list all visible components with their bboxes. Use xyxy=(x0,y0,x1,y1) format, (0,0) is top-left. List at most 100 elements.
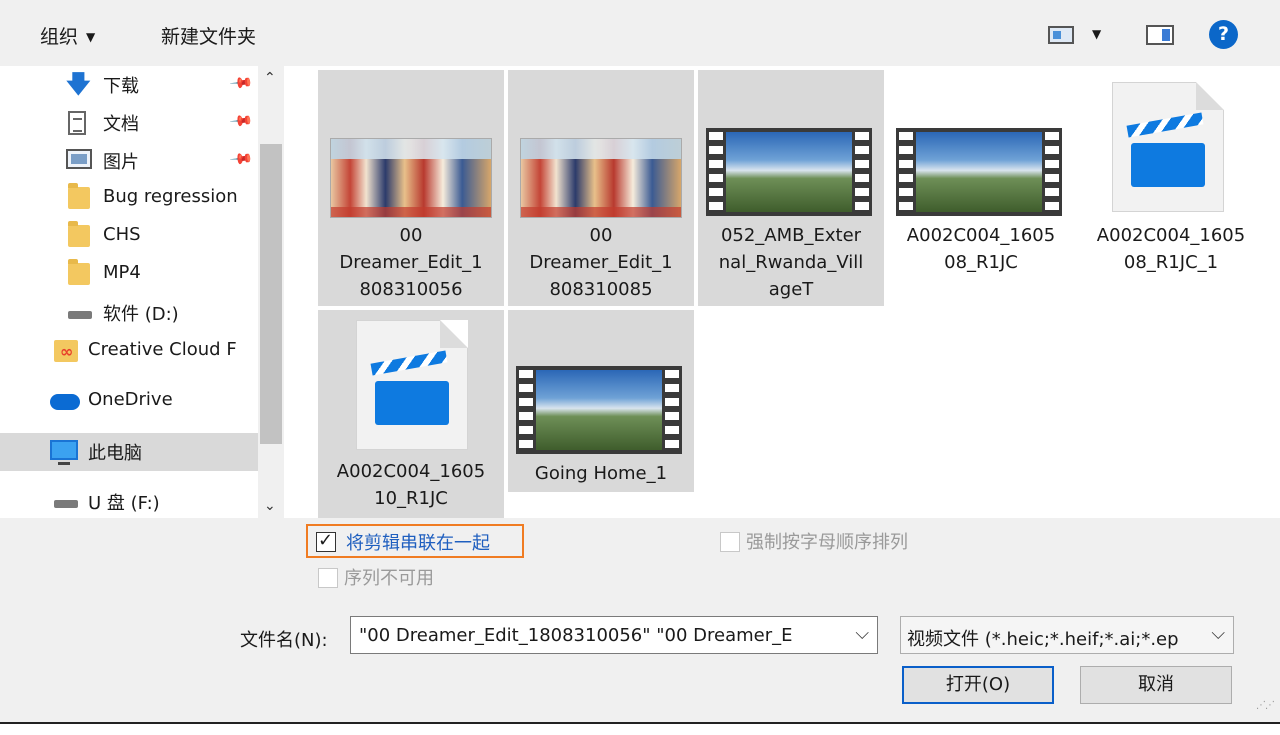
file-tile[interactable]: 00 Dreamer_Edit_1 808310056 xyxy=(318,70,504,306)
file-name: 00 Dreamer_Edit_1 808310085 xyxy=(514,222,688,303)
drive-icon xyxy=(68,311,92,319)
file-name-line: nal_Rwanda_Vill xyxy=(718,252,864,273)
force-alphabetical-label: 强制按字母顺序排列 xyxy=(746,532,908,553)
download-icon: 🡇 xyxy=(66,70,91,98)
folder-icon xyxy=(68,259,90,285)
pin-icon: 📌 xyxy=(228,146,255,172)
image-thumbnail xyxy=(520,138,682,218)
file-name-line: Dreamer_Edit_1 xyxy=(529,252,673,273)
nav-item-mp4[interactable]: MP4 xyxy=(0,256,258,294)
checkbox-checked-icon[interactable] xyxy=(316,530,336,552)
video-thumbnail xyxy=(896,128,1062,216)
file-name: Going Home_1 xyxy=(514,460,688,487)
image-thumbnail xyxy=(330,138,492,218)
file-name-line: 00 xyxy=(399,225,423,246)
nav-item-creative-cloud[interactable]: Creative Cloud F xyxy=(0,333,258,371)
pin-icon: 📌 xyxy=(228,108,255,134)
file-name-line: 00 xyxy=(589,225,613,246)
video-file-icon xyxy=(1112,82,1224,212)
chevron-down-icon[interactable]: ⌵ xyxy=(1211,623,1225,644)
pictures-icon xyxy=(66,149,92,169)
new-folder-button[interactable]: 新建文件夹 xyxy=(161,22,256,49)
join-clips-label: 将剪辑串联在一起 xyxy=(346,533,490,554)
video-file-icon xyxy=(356,320,468,450)
file-name-line: A002C004_1605 xyxy=(906,225,1056,246)
file-tile[interactable]: A002C004_1605 08_R1JC_1 xyxy=(1078,70,1264,306)
folder-icon xyxy=(68,221,90,247)
change-view-icon[interactable] xyxy=(1048,26,1074,44)
document-icon xyxy=(68,111,86,135)
file-tile[interactable]: 052_AMB_Exter nal_Rwanda_Vill ageT xyxy=(698,70,884,306)
resize-grip-icon[interactable]: ⋰⋰ xyxy=(1256,700,1275,711)
sequence-unavailable-label: 序列不可用 xyxy=(344,568,434,589)
help-icon[interactable]: ? xyxy=(1209,20,1238,49)
file-tile[interactable]: A002C004_1605 08_R1JC xyxy=(888,70,1074,306)
nav-item-label: 此电脑 xyxy=(88,443,142,464)
file-name-line: 10_R1JC xyxy=(374,488,448,509)
folder-icon xyxy=(68,183,90,209)
file-name-line: 808310085 xyxy=(549,279,653,300)
view-options-chevron-icon[interactable]: ▼ xyxy=(1092,27,1101,41)
nav-item-label: Creative Cloud F xyxy=(88,339,237,360)
nav-item-label: MP4 xyxy=(103,262,141,283)
nav-item-label: 下载 xyxy=(103,76,139,97)
file-name-line: 08_R1JC xyxy=(944,252,1018,273)
nav-item-label: 软件 (D:) xyxy=(103,304,179,325)
nav-item-label: CHS xyxy=(103,224,141,245)
nav-item-drive-d[interactable]: 软件 (D:) xyxy=(0,294,258,332)
scroll-thumb[interactable] xyxy=(260,144,282,444)
file-name-line: ageT xyxy=(768,279,814,300)
nav-item-pictures[interactable]: 图片 📌 xyxy=(0,142,258,180)
checkbox-disabled-icon xyxy=(318,568,338,588)
nav-item-onedrive[interactable]: OneDrive xyxy=(0,383,258,421)
usb-drive-icon xyxy=(54,500,78,508)
chevron-down-icon[interactable]: ⌵ xyxy=(855,623,869,644)
nav-item-label: OneDrive xyxy=(88,389,173,410)
filetype-select[interactable]: 视频文件 (*.heic;*.heif;*.ai;*.ep ⌵ xyxy=(900,616,1234,654)
navigation-pane: 🡇 下载 📌 文档 📌 图片 📌 Bug regression CHS MP4 … xyxy=(0,66,290,518)
file-tile[interactable]: 00 Dreamer_Edit_1 808310085 xyxy=(508,70,694,306)
dialog-footer: 将剪辑串联在一起 强制按字母顺序排列 序列不可用 文件名(N): "00 Dre… xyxy=(0,518,1280,724)
file-name-line: 08_R1JC_1 xyxy=(1123,252,1219,273)
nav-item-bug-regression[interactable]: Bug regression xyxy=(0,180,258,218)
nav-item-downloads[interactable]: 🡇 下载 📌 xyxy=(0,66,258,104)
nav-item-label: Bug regression xyxy=(103,186,238,207)
nav-scrollbar[interactable]: ⌃ ⌄ xyxy=(258,66,284,518)
file-name-line: Going Home_1 xyxy=(534,463,668,484)
file-tile[interactable]: Going Home_1 xyxy=(508,310,694,492)
file-name-line: A002C004_1605 xyxy=(336,461,486,482)
clapperboard-icon xyxy=(370,350,448,376)
organize-button[interactable]: 组织 ▼ xyxy=(40,22,95,49)
nav-item-label: U 盘 (F:) xyxy=(88,493,160,514)
open-button[interactable]: 打开(O) xyxy=(902,666,1054,704)
file-name-line: 052_AMB_Exter xyxy=(720,225,862,246)
scroll-down-icon[interactable]: ⌄ xyxy=(264,498,276,514)
pin-icon: 📌 xyxy=(228,70,255,96)
join-clips-checkbox[interactable]: 将剪辑串联在一起 xyxy=(306,524,524,558)
nav-item-label: 图片 xyxy=(103,152,139,173)
file-name: 052_AMB_Exter nal_Rwanda_Vill ageT xyxy=(704,222,878,303)
organize-label: 组织 xyxy=(40,26,79,48)
file-name: A002C004_1605 08_R1JC xyxy=(894,222,1068,276)
nav-item-chs[interactable]: CHS xyxy=(0,218,258,256)
file-name: A002C004_1605 08_R1JC_1 xyxy=(1084,222,1258,276)
nav-item-label: 文档 xyxy=(103,114,139,135)
scroll-up-icon[interactable]: ⌃ xyxy=(264,70,276,86)
preview-pane-icon[interactable] xyxy=(1146,25,1174,45)
bottom-border xyxy=(0,722,1280,724)
file-name: A002C004_1605 10_R1JC xyxy=(324,458,498,512)
nav-item-usb-f[interactable]: U 盘 (F:) xyxy=(0,483,258,518)
filename-input[interactable]: "00 Dreamer_Edit_1808310056" "00 Dreamer… xyxy=(350,616,878,654)
video-thumbnail xyxy=(516,366,682,454)
creative-cloud-icon xyxy=(54,340,78,362)
file-name-line: 808310056 xyxy=(359,279,463,300)
file-tile[interactable]: A002C004_1605 10_R1JC xyxy=(318,310,504,518)
filename-value[interactable]: "00 Dreamer_Edit_1808310056" "00 Dreamer… xyxy=(359,625,847,646)
nav-item-documents[interactable]: 文档 📌 xyxy=(0,104,258,142)
file-name: 00 Dreamer_Edit_1 808310056 xyxy=(324,222,498,303)
nav-item-this-pc[interactable]: 此电脑 xyxy=(0,433,258,471)
cancel-button[interactable]: 取消 xyxy=(1080,666,1232,704)
this-pc-icon xyxy=(50,440,78,465)
filename-label: 文件名(N): xyxy=(240,630,328,651)
file-name-line: A002C004_1605 xyxy=(1096,225,1246,246)
